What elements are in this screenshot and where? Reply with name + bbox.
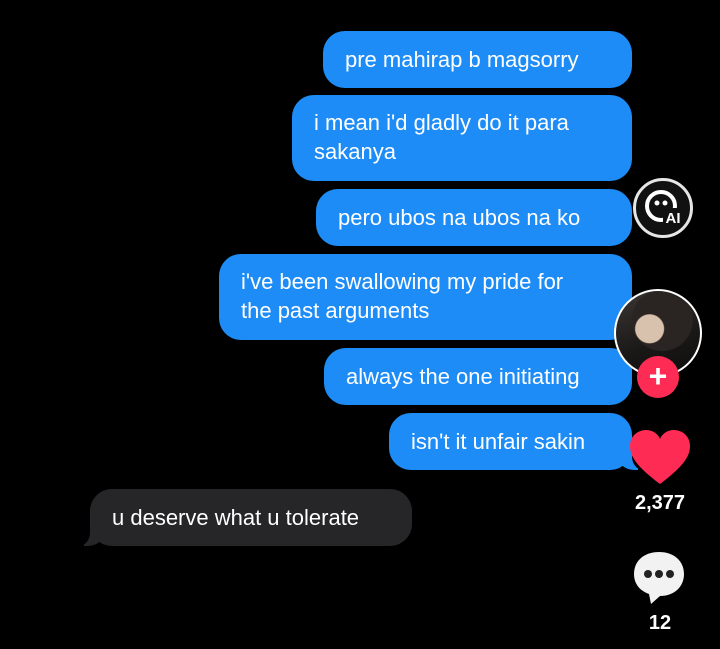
message-text: i mean i'd gladly do it para — [314, 110, 569, 135]
like-count: 2,377 — [634, 492, 686, 514]
message-bubble-sent: i mean i'd gladly do it para sakanya — [292, 95, 632, 181]
heart-icon[interactable] — [628, 428, 692, 488]
plus-icon: + — [648, 358, 668, 394]
message-text: sakanya — [314, 139, 396, 164]
message-bubble-sent: pre mahirap b magsorry — [323, 31, 632, 88]
follow-button[interactable]: + — [637, 356, 679, 398]
message-bubble-sent: isn't it unfair sakin — [389, 413, 648, 471]
message-text: isn't it unfair sakin — [411, 429, 586, 454]
message-bubble-sent: pero ubos na ubos na ko — [316, 189, 632, 246]
message-text: pre mahirap b magsorry — [345, 47, 579, 72]
message-text: always the one initiating — [346, 364, 580, 389]
message-text: pero ubos na ubos na ko — [338, 205, 581, 230]
comment-count: 12 — [648, 612, 672, 634]
ai-label-glyph: AI — [645, 190, 683, 227]
ai-label-icon[interactable]: AI — [633, 178, 693, 238]
svg-text:AI: AI — [666, 210, 681, 227]
comment-icon[interactable] — [630, 548, 688, 606]
message-bubble-sent: i've been swallowing my pride for the pa… — [219, 254, 632, 340]
message-text: the past arguments — [241, 298, 430, 323]
message-text: u deserve what u tolerate — [112, 505, 360, 530]
message-text: i've been swallowing my pride for — [241, 269, 564, 294]
message-bubble-sent: always the one initiating — [324, 348, 632, 405]
bubble-tail — [74, 523, 106, 547]
message-bubble-received: u deserve what u tolerate — [74, 489, 412, 547]
